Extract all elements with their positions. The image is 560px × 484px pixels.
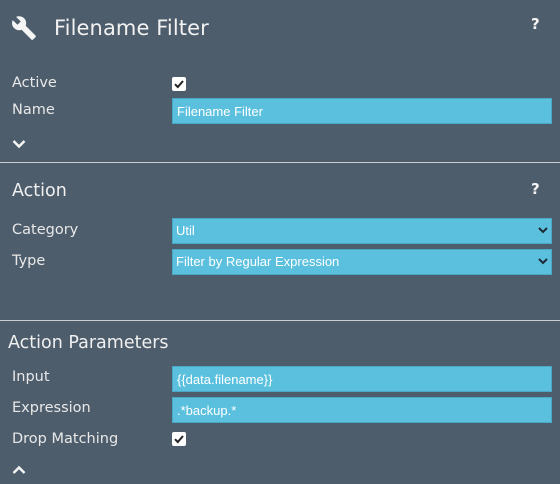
parameters-section-title: Action Parameters	[8, 333, 169, 353]
type-label: Type	[12, 253, 46, 269]
active-checkbox[interactable]	[172, 77, 186, 91]
name-input[interactable]	[172, 98, 552, 124]
chevron-up-icon[interactable]	[12, 460, 26, 474]
category-select[interactable]: Util	[172, 218, 552, 244]
input-label: Input	[12, 369, 50, 385]
drop-matching-label: Drop Matching	[12, 431, 119, 447]
input-field[interactable]	[172, 366, 552, 392]
wrench-icon	[11, 15, 37, 41]
expression-label: Expression	[12, 400, 91, 416]
category-label: Category	[12, 222, 79, 238]
action-section-title: Action	[12, 181, 67, 201]
divider	[0, 320, 560, 321]
expression-field[interactable]	[172, 397, 552, 423]
chevron-down-icon[interactable]	[12, 134, 26, 149]
name-label: Name	[12, 102, 55, 118]
help-icon[interactable]: ?	[531, 15, 540, 33]
drop-matching-checkbox[interactable]	[172, 432, 186, 446]
active-label: Active	[12, 75, 57, 91]
page-title: Filename Filter	[54, 16, 209, 40]
action-help-icon[interactable]: ?	[531, 180, 540, 198]
divider	[0, 162, 560, 163]
checkmark-icon	[174, 435, 184, 444]
checkmark-icon	[174, 80, 184, 89]
type-select[interactable]: Filter by Regular Expression	[172, 249, 552, 275]
